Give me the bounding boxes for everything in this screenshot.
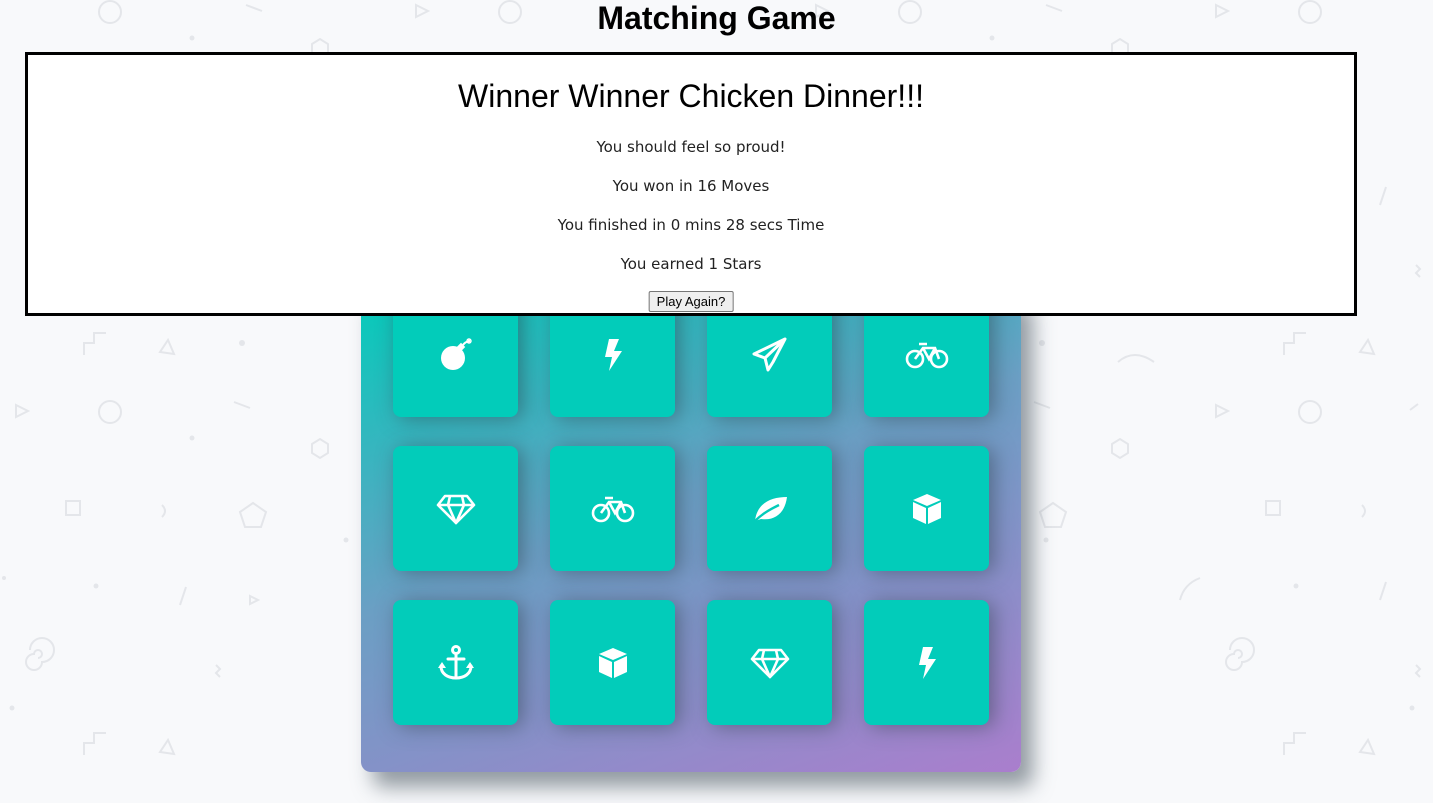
diamond-icon: [750, 648, 789, 678]
card-cube[interactable]: [864, 446, 989, 571]
card-diamond[interactable]: [393, 446, 518, 571]
card-cube[interactable]: [550, 600, 675, 725]
card-diamond[interactable]: [707, 600, 832, 725]
moves-summary: You won in 16 Moves: [612, 177, 770, 195]
win-modal: Winner Winner Chicken Dinner!!! You shou…: [25, 52, 1357, 316]
cube-icon: [912, 493, 941, 524]
modal-heading: Winner Winner Chicken Dinner!!!: [458, 78, 924, 114]
play-again-button[interactable]: Play Again?: [648, 291, 734, 312]
proud-message: You should feel so proud!: [596, 138, 786, 156]
leaf-icon: [753, 496, 787, 522]
time-summary: You finished in 0 mins 28 secs Time: [557, 216, 825, 234]
bicycle-icon: [591, 496, 634, 522]
page-title: Matching Game: [597, 0, 836, 36]
card-deck: [361, 290, 1021, 772]
diamond-icon: [436, 494, 475, 524]
paper-plane-icon: [752, 337, 786, 371]
card-leaf[interactable]: [707, 446, 832, 571]
bolt-icon: [918, 646, 936, 679]
card-bolt[interactable]: [864, 600, 989, 725]
card-anchor[interactable]: [393, 600, 518, 725]
cube-icon: [598, 647, 627, 678]
bolt-icon: [604, 338, 622, 371]
card-bicycle[interactable]: [550, 446, 675, 571]
bomb-icon: [440, 337, 472, 370]
bicycle-icon: [905, 342, 948, 368]
anchor-icon: [437, 644, 474, 680]
stars-summary: You earned 1 Stars: [620, 255, 762, 273]
